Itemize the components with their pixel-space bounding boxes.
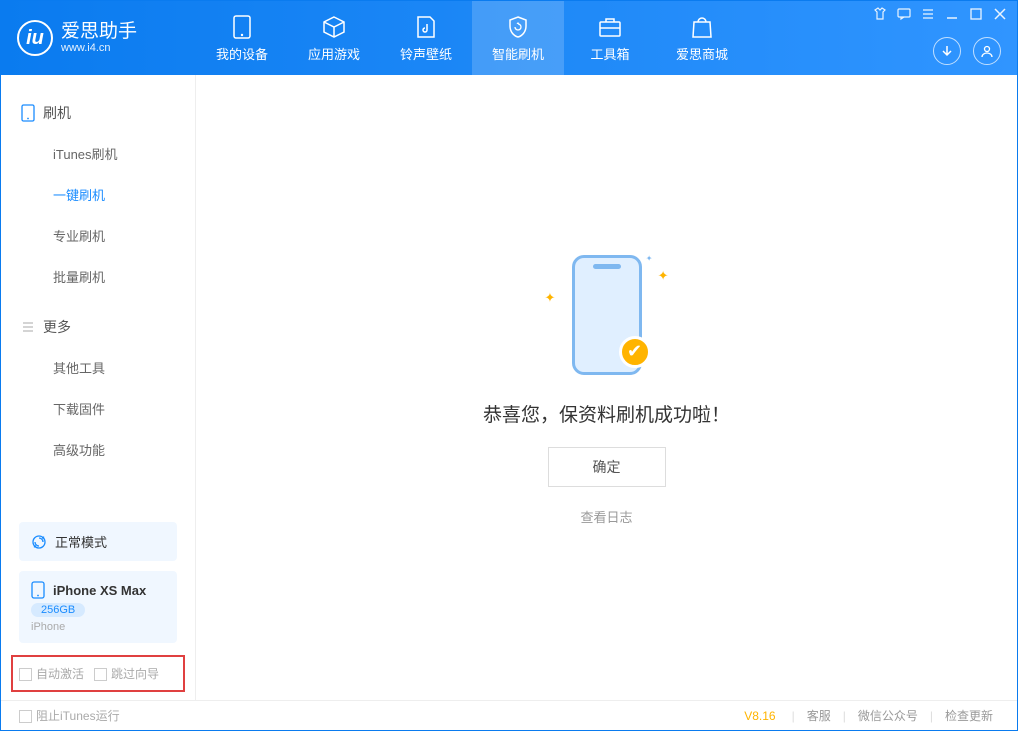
sidebar-item-other-tools[interactable]: 其他工具 bbox=[1, 347, 195, 388]
sidebar-item-oneclick-flash[interactable]: 一键刷机 bbox=[1, 174, 195, 215]
tab-apps[interactable]: 应用游戏 bbox=[288, 1, 380, 75]
account-button[interactable] bbox=[973, 37, 1001, 65]
phone-small-icon bbox=[31, 581, 45, 599]
logo-icon: iu bbox=[17, 20, 53, 56]
sparkle-icon: ✦ bbox=[646, 254, 653, 263]
sidebar-item-pro-flash[interactable]: 专业刷机 bbox=[1, 215, 195, 256]
sidebar-section-more: 更多 bbox=[1, 307, 195, 347]
window-controls bbox=[873, 7, 1007, 21]
sidebar-item-advanced[interactable]: 高级功能 bbox=[1, 429, 195, 470]
view-log-link[interactable]: 查看日志 bbox=[580, 507, 632, 526]
shield-refresh-icon bbox=[505, 14, 531, 40]
device-name: iPhone XS Max bbox=[53, 583, 146, 598]
device-type: iPhone bbox=[31, 621, 165, 633]
menu-icon[interactable] bbox=[921, 7, 935, 21]
checkbox-block-itunes[interactable]: 阻止iTunes运行 bbox=[19, 707, 120, 724]
app-url: www.i4.cn bbox=[61, 42, 137, 54]
success-illustration: ✦ ✦ ✦ ✔ bbox=[527, 250, 687, 380]
app-header: iu 爱思助手 www.i4.cn 我的设备 应用游戏 铃声壁纸 智能刷机 工具… bbox=[1, 1, 1017, 75]
sidebar-item-batch-flash[interactable]: 批量刷机 bbox=[1, 256, 195, 297]
tab-toolbox[interactable]: 工具箱 bbox=[564, 1, 656, 75]
tab-my-device[interactable]: 我的设备 bbox=[196, 1, 288, 75]
check-badge-icon: ✔ bbox=[619, 336, 651, 368]
confirm-button[interactable]: 确定 bbox=[548, 447, 666, 487]
tab-store[interactable]: 爱思商城 bbox=[656, 1, 748, 75]
close-icon[interactable] bbox=[993, 7, 1007, 21]
phone-icon bbox=[229, 14, 255, 40]
sparkle-icon: ✦ bbox=[658, 268, 669, 284]
wechat-link[interactable]: 微信公众号 bbox=[852, 707, 924, 724]
briefcase-icon bbox=[597, 14, 623, 40]
nav-tabs: 我的设备 应用游戏 铃声壁纸 智能刷机 工具箱 爱思商城 bbox=[196, 1, 748, 75]
app-name: 爱思助手 bbox=[61, 22, 137, 43]
tshirt-icon[interactable] bbox=[873, 7, 887, 21]
checkbox-skip-guide[interactable]: 跳过向导 bbox=[94, 665, 159, 682]
check-update-link[interactable]: 检查更新 bbox=[939, 707, 999, 724]
music-file-icon bbox=[413, 14, 439, 40]
main-content: ✦ ✦ ✦ ✔ 恭喜您，保资料刷机成功啦！ 确定 查看日志 bbox=[196, 75, 1017, 700]
tab-smart-flash[interactable]: 智能刷机 bbox=[472, 1, 564, 75]
status-bar: 阻止iTunes运行 V8.16 | 客服 | 微信公众号 | 检查更新 bbox=[1, 700, 1017, 730]
tab-ringtone[interactable]: 铃声壁纸 bbox=[380, 1, 472, 75]
mode-indicator[interactable]: 正常模式 bbox=[19, 522, 177, 561]
cube-icon bbox=[321, 14, 347, 40]
header-actions bbox=[933, 37, 1001, 65]
minimize-icon[interactable] bbox=[945, 7, 959, 21]
feedback-icon[interactable] bbox=[897, 7, 911, 21]
maximize-icon[interactable] bbox=[969, 7, 983, 21]
logo: iu 爱思助手 www.i4.cn bbox=[1, 1, 196, 75]
support-link[interactable]: 客服 bbox=[801, 707, 837, 724]
sidebar-section-flash: 刷机 bbox=[1, 93, 195, 133]
device-info[interactable]: iPhone XS Max 256GB iPhone bbox=[19, 571, 177, 643]
sidebar-item-itunes-flash[interactable]: iTunes刷机 bbox=[1, 133, 195, 174]
sidebar-item-download-firmware[interactable]: 下载固件 bbox=[1, 388, 195, 429]
refresh-icon bbox=[31, 534, 47, 550]
sparkle-icon: ✦ bbox=[545, 290, 556, 306]
success-message: 恭喜您，保资料刷机成功啦！ bbox=[483, 400, 730, 427]
version-label: V8.16 bbox=[744, 709, 775, 723]
checkbox-auto-activate[interactable]: 自动激活 bbox=[19, 665, 84, 682]
device-icon bbox=[21, 104, 35, 122]
list-icon bbox=[21, 320, 35, 334]
bag-icon bbox=[689, 14, 715, 40]
device-storage: 256GB bbox=[31, 603, 85, 617]
flash-options-highlight: 自动激活 跳过向导 bbox=[11, 655, 185, 692]
download-button[interactable] bbox=[933, 37, 961, 65]
sidebar: 刷机 iTunes刷机 一键刷机 专业刷机 批量刷机 更多 其他工具 下载固件 … bbox=[1, 75, 196, 700]
